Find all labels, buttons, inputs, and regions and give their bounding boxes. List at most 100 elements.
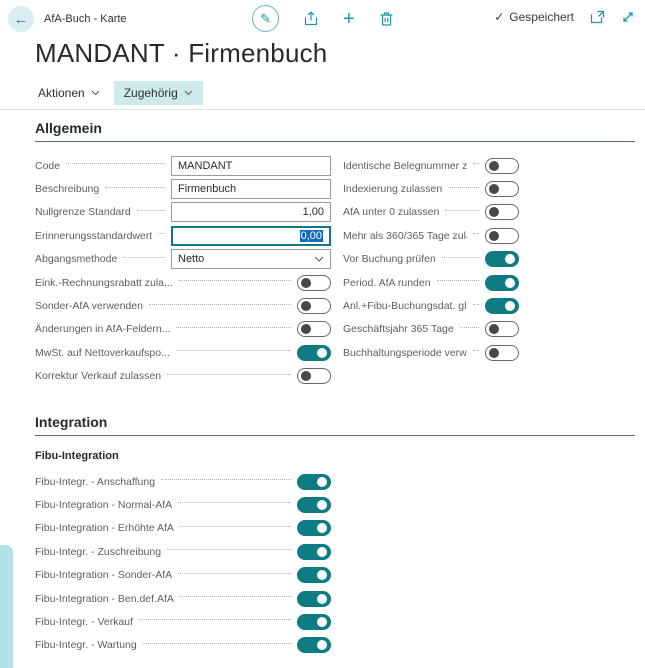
field-label: Fibu-Integr. - Wartung [35,639,137,651]
fibu-integration-normal-afa-toggle[interactable] [297,497,331,513]
dotted-leader [178,502,291,503]
dotted-leader [167,549,291,550]
field-label: Beschreibung [35,183,99,195]
expand-button[interactable] [621,10,635,24]
beschreibung-input[interactable]: Firmenbuch [171,179,331,199]
dotted-leader [473,350,479,351]
toggle-row: Identische Belegnummer z... [343,154,519,177]
dotted-leader [460,327,479,328]
side-accent-bar [0,545,13,668]
fibu-integr-anschaffung-toggle[interactable] [297,474,331,490]
dotted-leader [167,374,291,375]
afa-unter-0-toggle[interactable] [485,204,519,220]
toggle-row: Sonder-AfA verwenden [35,294,331,317]
dotted-leader [473,163,479,164]
dotted-leader [139,619,291,620]
field-row-beschreibung: Beschreibung Firmenbuch [35,177,331,200]
sonder-afa-toggle[interactable] [297,298,331,314]
toggle-row: Eink.-Rechnungsrabatt zula... [35,271,331,294]
indexierung-toggle[interactable] [485,181,519,197]
toggle-knob [317,594,327,604]
field-row-nullgrenze: Nullgrenze Standard 1,00 [35,201,331,224]
toggle-knob [317,547,327,557]
toggle-row: Fibu-Integr. - Wartung [35,634,331,657]
toggle-knob [317,617,327,627]
menu-aktionen[interactable]: Aktionen [28,81,110,105]
aenderungen-afa-felder-toggle[interactable] [297,321,331,337]
toggle-knob [301,371,311,381]
toggle-knob [489,348,499,358]
field-label: Fibu-Integration - Ben.def.AfA [35,593,174,605]
dotted-leader [161,479,291,480]
mehr-als-360-tage-toggle[interactable] [485,228,519,244]
vor-buchung-pruefen-toggle[interactable] [485,251,519,267]
field-label: Fibu-Integr. - Anschaffung [35,476,155,488]
chevron-down-icon [91,90,100,96]
open-in-window-button[interactable] [590,10,605,24]
fibu-integr-wartung-toggle[interactable] [297,637,331,653]
field-row-abgangsmethode: Abgangsmethode Netto [35,248,331,271]
menu-aktionen-label: Aktionen [38,86,85,100]
field-label: Fibu-Integration - Normal-AfA [35,499,172,511]
mwst-nettoverkauf-toggle[interactable] [297,345,331,361]
dotted-leader [445,210,479,211]
delete-button[interactable] [379,11,394,27]
code-input[interactable]: MANDANT [171,156,331,176]
toggle-row: Fibu-Integration - Sonder-AfA [35,563,331,586]
dotted-leader [149,304,291,305]
nullgrenze-input[interactable]: 1,00 [171,202,331,222]
page-title: MANDANT · Firmenbuch [35,38,645,69]
action-menu-bar: Aktionen Zugehörig [28,81,645,105]
field-label: Mehr als 360/365 Tage zula... [343,230,467,242]
toggle-knob [505,301,515,311]
fibu-integr-zuschreibung-toggle[interactable] [297,544,331,560]
dotted-leader [179,280,291,281]
toggle-row: Fibu-Integr. - Anschaffung [35,470,331,493]
field-label: Fibu-Integration - Sonder-AfA [35,569,172,581]
toggle-knob [317,477,327,487]
plus-icon: + [343,10,355,28]
geschaeftsjahr-365-toggle[interactable] [485,321,519,337]
divider [0,109,645,110]
dotted-leader [178,573,291,574]
toggle-knob [489,231,499,241]
fibu-integration-erhoehte-afa-toggle[interactable] [297,520,331,536]
menu-zugehoerig[interactable]: Zugehörig [114,81,203,105]
erinnerungsstandardwert-input[interactable]: 0,00 [171,226,331,246]
fibu-integr-verkauf-toggle[interactable] [297,614,331,630]
anl-fibu-buchungsdat-toggle[interactable] [485,298,519,314]
share-button[interactable] [303,11,319,27]
menu-zugehoerig-label: Zugehörig [124,86,178,100]
toggle-row: Korrektur Verkauf zulassen [35,365,331,388]
eink-rechnungsrabatt-toggle[interactable] [297,275,331,291]
edit-button[interactable]: ✎ [252,5,279,32]
toggle-row: Buchhaltungsperiode verw... [343,341,519,364]
dotted-leader [176,327,291,328]
buchhaltungsperiode-toggle[interactable] [485,345,519,361]
back-button[interactable]: ← [8,6,34,32]
chevron-down-icon [184,90,193,96]
allgemein-fields: Code MANDANT Beschreibung Firmenbuch Nul… [35,154,635,388]
field-label: Buchhaltungsperiode verw... [343,347,467,359]
identische-belegnummer-toggle[interactable] [485,158,519,174]
toggle-row: AfA unter 0 zulassen [343,201,519,224]
new-button[interactable]: + [343,10,355,28]
toggle-knob [489,161,499,171]
field-label: Sonder-AfA verwenden [35,300,143,312]
toggle-knob [301,301,311,311]
top-action-bar: ← AfA-Buch - Karte ✎ + ✓ Gespeichert [0,0,645,36]
period-afa-runden-toggle[interactable] [485,275,519,291]
toggle-knob [301,324,311,334]
toggle-knob [489,324,499,334]
korrektur-verkauf-toggle[interactable] [297,368,331,384]
toggle-row: Geschäftsjahr 365 Tage [343,318,519,341]
fibu-integration-bendef-afa-toggle[interactable] [297,591,331,607]
field-label: AfA unter 0 zulassen [343,206,439,218]
abgangsmethode-select[interactable]: Netto [171,249,331,269]
share-icon [303,11,319,27]
dotted-leader [437,280,479,281]
field-label: Period. AfA runden [343,277,431,289]
field-row-erinnerung: Erinnerungsstandardwert 0,00 [35,224,331,247]
fibu-integration-sonder-afa-toggle[interactable] [297,567,331,583]
dotted-leader [442,257,479,258]
